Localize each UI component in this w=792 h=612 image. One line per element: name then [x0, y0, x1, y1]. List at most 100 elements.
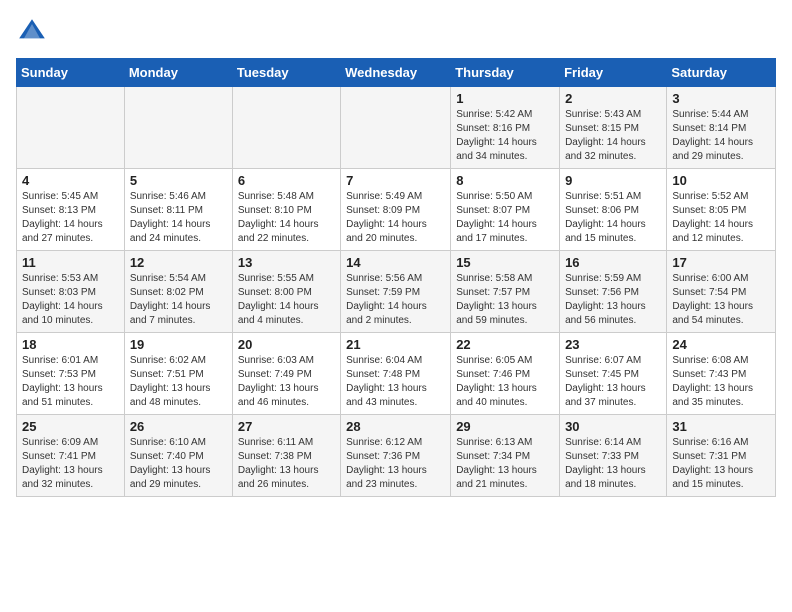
day-of-week-header: Wednesday — [341, 59, 451, 87]
day-number: 23 — [565, 337, 661, 352]
calendar-cell: 30 Sunrise: 6:14 AM Sunset: 7:33 PM Dayli… — [560, 415, 667, 497]
day-info: Sunrise: 5:42 AM Sunset: 8:16 PM Dayligh… — [456, 108, 554, 164]
day-number: 28 — [346, 419, 445, 434]
calendar-cell: 31Sunrise: 6:16 AM Sunset: 7:31 PM Dayli… — [667, 415, 776, 497]
day-info: Sunrise: 5:49 AM Sunset: 8:09 PM Dayligh… — [346, 190, 445, 246]
calendar-cell: 20 Sunrise: 6:03 AM Sunset: 7:49 PM Dayli… — [232, 333, 340, 415]
calendar-cell: 11 Sunrise: 5:53 AM Sunset: 8:03 PM Dayli… — [17, 251, 125, 333]
calendar-cell: 4Sunrise: 5:45 AM Sunset: 8:13 PM Daylig… — [17, 169, 125, 251]
calendar-cell: 15 Sunrise: 5:58 AM Sunset: 7:57 PM Dayli… — [451, 251, 560, 333]
day-info: Sunrise: 6:11 AM Sunset: 7:38 PM Dayligh… — [238, 436, 335, 492]
calendar-cell: 2Sunrise: 5:43 AM Sunset: 8:15 PM Daylig… — [560, 87, 667, 169]
day-number: 1 — [456, 91, 554, 106]
day-number: 17 — [672, 255, 770, 270]
calendar-week-row: 11 Sunrise: 5:53 AM Sunset: 8:03 PM Dayli… — [17, 251, 776, 333]
day-number: 2 — [565, 91, 661, 106]
calendar-cell: 18 Sunrise: 6:01 AM Sunset: 7:53 PM Dayli… — [17, 333, 125, 415]
calendar-cell: 27 Sunrise: 6:11 AM Sunset: 7:38 PM Dayli… — [232, 415, 340, 497]
day-number: 26 — [130, 419, 227, 434]
day-info: Sunrise: 6:07 AM Sunset: 7:45 PM Dayligh… — [565, 354, 661, 410]
day-info: Sunrise: 5:53 AM Sunset: 8:03 PM Dayligh… — [22, 272, 119, 328]
calendar-cell: 1 Sunrise: 5:42 AM Sunset: 8:16 PM Daylig… — [451, 87, 560, 169]
day-info: Sunrise: 5:55 AM Sunset: 8:00 PM Dayligh… — [238, 272, 335, 328]
day-number: 18 — [22, 337, 119, 352]
day-number: 20 — [238, 337, 335, 352]
day-number: 6 — [238, 173, 335, 188]
calendar-cell — [341, 87, 451, 169]
calendar-cell: 9 Sunrise: 5:51 AM Sunset: 8:06 PM Daylig… — [560, 169, 667, 251]
calendar-cell: 17 Sunrise: 6:00 AM Sunset: 7:54 PM Dayli… — [667, 251, 776, 333]
calendar-cell — [124, 87, 232, 169]
calendar-week-row: 4Sunrise: 5:45 AM Sunset: 8:13 PM Daylig… — [17, 169, 776, 251]
calendar-cell: 23 Sunrise: 6:07 AM Sunset: 7:45 PM Dayli… — [560, 333, 667, 415]
calendar-cell: 28 Sunrise: 6:12 AM Sunset: 7:36 PM Dayli… — [341, 415, 451, 497]
calendar-cell: 22Sunrise: 6:05 AM Sunset: 7:46 PM Dayli… — [451, 333, 560, 415]
day-info: Sunrise: 5:54 AM Sunset: 8:02 PM Dayligh… — [130, 272, 227, 328]
calendar-cell: 16Sunrise: 5:59 AM Sunset: 7:56 PM Dayli… — [560, 251, 667, 333]
day-number: 9 — [565, 173, 661, 188]
day-info: Sunrise: 6:04 AM Sunset: 7:48 PM Dayligh… — [346, 354, 445, 410]
day-info: Sunrise: 5:52 AM Sunset: 8:05 PM Dayligh… — [672, 190, 770, 246]
day-info: Sunrise: 5:58 AM Sunset: 7:57 PM Dayligh… — [456, 272, 554, 328]
calendar-cell: 8Sunrise: 5:50 AM Sunset: 8:07 PM Daylig… — [451, 169, 560, 251]
day-number: 7 — [346, 173, 445, 188]
day-number: 10 — [672, 173, 770, 188]
day-info: Sunrise: 6:12 AM Sunset: 7:36 PM Dayligh… — [346, 436, 445, 492]
day-number: 24 — [672, 337, 770, 352]
calendar-table: SundayMondayTuesdayWednesdayThursdayFrid… — [16, 58, 776, 497]
day-info: Sunrise: 6:02 AM Sunset: 7:51 PM Dayligh… — [130, 354, 227, 410]
day-number: 19 — [130, 337, 227, 352]
day-info: Sunrise: 5:44 AM Sunset: 8:14 PM Dayligh… — [672, 108, 770, 164]
day-of-week-header: Saturday — [667, 59, 776, 87]
day-number: 21 — [346, 337, 445, 352]
calendar-body: 1 Sunrise: 5:42 AM Sunset: 8:16 PM Daylig… — [17, 87, 776, 497]
calendar-cell: 7 Sunrise: 5:49 AM Sunset: 8:09 PM Daylig… — [341, 169, 451, 251]
day-of-week-header: Sunday — [17, 59, 125, 87]
day-info: Sunrise: 6:14 AM Sunset: 7:33 PM Dayligh… — [565, 436, 661, 492]
day-info: Sunrise: 6:08 AM Sunset: 7:43 PM Dayligh… — [672, 354, 770, 410]
calendar-cell: 29 Sunrise: 6:13 AM Sunset: 7:34 PM Dayli… — [451, 415, 560, 497]
day-info: Sunrise: 6:00 AM Sunset: 7:54 PM Dayligh… — [672, 272, 770, 328]
day-info: Sunrise: 6:05 AM Sunset: 7:46 PM Dayligh… — [456, 354, 554, 410]
day-number: 25 — [22, 419, 119, 434]
calendar-cell: 12Sunrise: 5:54 AM Sunset: 8:02 PM Dayli… — [124, 251, 232, 333]
day-number: 29 — [456, 419, 554, 434]
days-of-week-row: SundayMondayTuesdayWednesdayThursdayFrid… — [17, 59, 776, 87]
day-info: Sunrise: 5:46 AM Sunset: 8:11 PM Dayligh… — [130, 190, 227, 246]
day-number: 30 — [565, 419, 661, 434]
day-of-week-header: Thursday — [451, 59, 560, 87]
day-info: Sunrise: 5:56 AM Sunset: 7:59 PM Dayligh… — [346, 272, 445, 328]
calendar-cell: 26 Sunrise: 6:10 AM Sunset: 7:40 PM Dayli… — [124, 415, 232, 497]
day-info: Sunrise: 5:51 AM Sunset: 8:06 PM Dayligh… — [565, 190, 661, 246]
day-info: Sunrise: 5:45 AM Sunset: 8:13 PM Dayligh… — [22, 190, 119, 246]
day-info: Sunrise: 5:48 AM Sunset: 8:10 PM Dayligh… — [238, 190, 335, 246]
day-of-week-header: Friday — [560, 59, 667, 87]
day-info: Sunrise: 6:01 AM Sunset: 7:53 PM Dayligh… — [22, 354, 119, 410]
calendar-cell: 6 Sunrise: 5:48 AM Sunset: 8:10 PM Daylig… — [232, 169, 340, 251]
calendar-cell: 13 Sunrise: 5:55 AM Sunset: 8:00 PM Dayli… — [232, 251, 340, 333]
calendar-cell: 24 Sunrise: 6:08 AM Sunset: 7:43 PM Dayli… — [667, 333, 776, 415]
day-info: Sunrise: 6:13 AM Sunset: 7:34 PM Dayligh… — [456, 436, 554, 492]
day-number: 31 — [672, 419, 770, 434]
calendar-cell: 21 Sunrise: 6:04 AM Sunset: 7:48 PM Dayli… — [341, 333, 451, 415]
day-info: Sunrise: 6:10 AM Sunset: 7:40 PM Dayligh… — [130, 436, 227, 492]
day-number: 15 — [456, 255, 554, 270]
page-header — [16, 16, 776, 48]
calendar-cell — [17, 87, 125, 169]
logo-icon — [16, 16, 48, 48]
day-number: 11 — [22, 255, 119, 270]
day-info: Sunrise: 6:03 AM Sunset: 7:49 PM Dayligh… — [238, 354, 335, 410]
day-of-week-header: Monday — [124, 59, 232, 87]
day-number: 27 — [238, 419, 335, 434]
calendar-week-row: 18 Sunrise: 6:01 AM Sunset: 7:53 PM Dayli… — [17, 333, 776, 415]
calendar-cell: 3 Sunrise: 5:44 AM Sunset: 8:14 PM Daylig… — [667, 87, 776, 169]
calendar-cell: 14Sunrise: 5:56 AM Sunset: 7:59 PM Dayli… — [341, 251, 451, 333]
day-info: Sunrise: 6:09 AM Sunset: 7:41 PM Dayligh… — [22, 436, 119, 492]
calendar-week-row: 1 Sunrise: 5:42 AM Sunset: 8:16 PM Daylig… — [17, 87, 776, 169]
calendar-week-row: 25 Sunrise: 6:09 AM Sunset: 7:41 PM Dayli… — [17, 415, 776, 497]
day-number: 13 — [238, 255, 335, 270]
day-number: 3 — [672, 91, 770, 106]
calendar-header: SundayMondayTuesdayWednesdayThursdayFrid… — [17, 59, 776, 87]
calendar-cell — [232, 87, 340, 169]
day-number: 8 — [456, 173, 554, 188]
